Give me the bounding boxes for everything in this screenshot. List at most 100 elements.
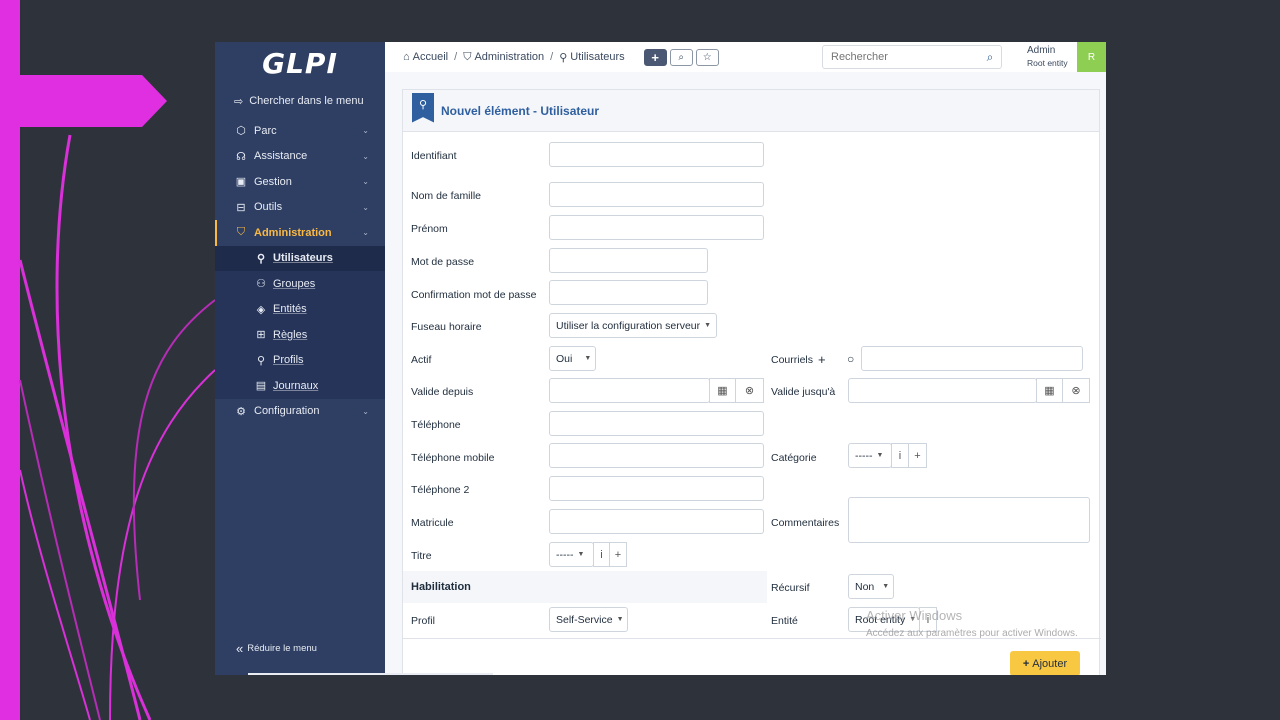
valide-jusqua-field[interactable]: [848, 378, 1037, 403]
password-field[interactable]: [549, 248, 708, 273]
info-icon: i: [600, 548, 603, 561]
commentaires-field[interactable]: [848, 497, 1090, 543]
label-commentaires: Commentaires: [771, 517, 840, 529]
identifiant-field[interactable]: [549, 142, 764, 167]
profil-select[interactable]: Self-Service ▼: [549, 607, 628, 632]
titre-add-button[interactable]: +: [609, 542, 627, 567]
avatar[interactable]: R: [1077, 42, 1106, 72]
label-nom: Nom de famille: [411, 190, 482, 202]
password-input[interactable]: [550, 249, 707, 272]
actif-select[interactable]: Oui ▼: [549, 346, 596, 371]
prenom-input[interactable]: [550, 216, 763, 239]
administration-submenu: ⚲ Utilisateurs ⚇ Groupes ◈ Entités ⊞ Règ…: [215, 245, 385, 399]
label-identifiant: Identifiant: [411, 150, 457, 162]
sidebar-item-regles[interactable]: ⊞ Règles: [215, 322, 385, 348]
caret-down-icon: ▼: [876, 452, 884, 459]
menu-search[interactable]: ⇨ Chercher dans le menu: [215, 84, 385, 118]
sidebar-item-configuration[interactable]: ⚙ Configuration ⌄: [215, 399, 385, 425]
email-field[interactable]: [861, 346, 1083, 371]
user-icon: ⚲: [559, 51, 568, 64]
chevron-down-icon: ⌄: [362, 406, 369, 416]
titre-select[interactable]: ----- ▼: [549, 542, 594, 567]
label-courriels: Courriels: [771, 354, 814, 366]
telephone-field[interactable]: [549, 411, 764, 436]
bookmark-button[interactable]: ☆: [695, 48, 719, 66]
timezone-select[interactable]: Utiliser la configuration serveur ▼: [549, 313, 717, 338]
label-valide-depuis: Valide depuis: [411, 386, 474, 398]
search-icon[interactable]: ⌕: [979, 50, 1001, 65]
valide-jusqua-input[interactable]: [849, 379, 1036, 402]
label-mdp: Mot de passe: [411, 256, 475, 268]
double-chevron-left-icon: «: [236, 641, 244, 656]
label-tel: Téléphone: [411, 419, 461, 431]
telephone2-field[interactable]: [549, 476, 764, 501]
categorie-select[interactable]: ----- ▼: [848, 443, 892, 468]
log-icon: ▤: [255, 380, 267, 393]
categorie-info-button[interactable]: i: [891, 443, 909, 468]
nom-input[interactable]: [550, 183, 763, 206]
add-submit-button[interactable]: + Ajouter: [1010, 651, 1080, 675]
telephone-mobile-input[interactable]: [550, 444, 763, 467]
titre-info-button[interactable]: i: [593, 542, 610, 567]
user-info[interactable]: Admin Root entity: [1027, 45, 1068, 69]
briefcase-icon: ⊟: [236, 201, 246, 214]
calendar-button[interactable]: ▦: [709, 378, 736, 403]
chevron-down-icon: ⌄: [362, 151, 369, 161]
scrollbar-track[interactable]: [248, 673, 493, 675]
label-prenom: Prénom: [411, 223, 448, 235]
gear-icon: ⚙: [236, 405, 246, 418]
sidebar-item-parc[interactable]: ⬡ Parc ⌄: [215, 118, 385, 144]
book-icon: ⊞: [256, 329, 266, 342]
caret-down-icon: ▼: [704, 322, 712, 329]
valide-depuis-input[interactable]: [550, 379, 709, 402]
collapse-menu-button[interactable]: « Réduire le menu: [236, 641, 317, 656]
sidebar-item-utilisateurs[interactable]: ⚲ Utilisateurs: [215, 245, 385, 271]
breadcrumb-home[interactable]: ⌂ Accueil: [403, 51, 448, 63]
close-circle-icon: ⊗: [1071, 385, 1081, 397]
breadcrumb-administration[interactable]: ⛉ Administration: [463, 51, 544, 64]
sidebar-item-journaux[interactable]: ▤ Journaux: [215, 373, 385, 399]
sidebar-item-gestion[interactable]: ▣ Gestion ⌄: [215, 169, 385, 195]
clear-date-button[interactable]: ⊗: [1062, 378, 1090, 403]
add-button[interactable]: +: [643, 48, 667, 66]
confirm-password-field[interactable]: [549, 280, 708, 305]
calendar-icon: ▦: [717, 385, 728, 397]
search-icon: ⌕: [678, 51, 684, 63]
clear-date-button[interactable]: ⊗: [735, 378, 764, 403]
telephone2-input[interactable]: [550, 477, 763, 500]
matricule-field[interactable]: [549, 509, 764, 534]
user-check-icon: ⚲: [256, 354, 266, 367]
sidebar-item-groupes[interactable]: ⚇ Groupes: [215, 271, 385, 297]
sidebar-item-assistance[interactable]: ☊ Assistance ⌄: [215, 144, 385, 170]
label-titre: Titre: [411, 550, 432, 562]
caret-down-icon: ▼: [882, 583, 890, 590]
identifiant-input[interactable]: [550, 143, 763, 166]
search-input[interactable]: [831, 51, 979, 63]
sidebar-item-administration[interactable]: ⛉ Administration ⌄: [215, 220, 385, 246]
prenom-field[interactable]: [549, 215, 764, 240]
label-tel2: Téléphone 2: [411, 484, 470, 496]
recursif-select[interactable]: Non ▼: [848, 574, 894, 599]
telephone-mobile-field[interactable]: [549, 443, 764, 468]
sidebar-item-profils[interactable]: ⚲ Profils: [215, 348, 385, 374]
valide-depuis-field[interactable]: [549, 378, 710, 403]
plus-icon: +: [1022, 657, 1030, 670]
default-email-radio[interactable]: ○: [847, 352, 854, 366]
add-email-button[interactable]: +: [818, 352, 826, 367]
telephone-input[interactable]: [550, 412, 763, 435]
matricule-input[interactable]: [550, 510, 763, 533]
nom-field[interactable]: [549, 182, 764, 207]
glpi-logo[interactable]: GLPI: [215, 42, 385, 84]
sidebar-item-outils[interactable]: ⊟ Outils ⌄: [215, 195, 385, 221]
label-matricule: Matricule: [411, 517, 454, 529]
calendar-button[interactable]: ▦: [1036, 378, 1063, 403]
calendar-icon: ▦: [1044, 385, 1055, 397]
sidebar-item-entites[interactable]: ◈ Entités: [215, 297, 385, 323]
commentaires-textarea[interactable]: [849, 498, 1089, 542]
search-list-button[interactable]: ⌕: [669, 48, 693, 66]
main-area: ⌂ Accueil / ⛉ Administration / ⚲ Utilisateu…: [385, 42, 1106, 675]
breadcrumb-users[interactable]: ⚲ Utilisateurs: [559, 51, 624, 64]
categorie-add-button[interactable]: +: [908, 443, 927, 468]
confirm-password-input[interactable]: [550, 281, 707, 304]
email-input[interactable]: [862, 347, 1082, 370]
